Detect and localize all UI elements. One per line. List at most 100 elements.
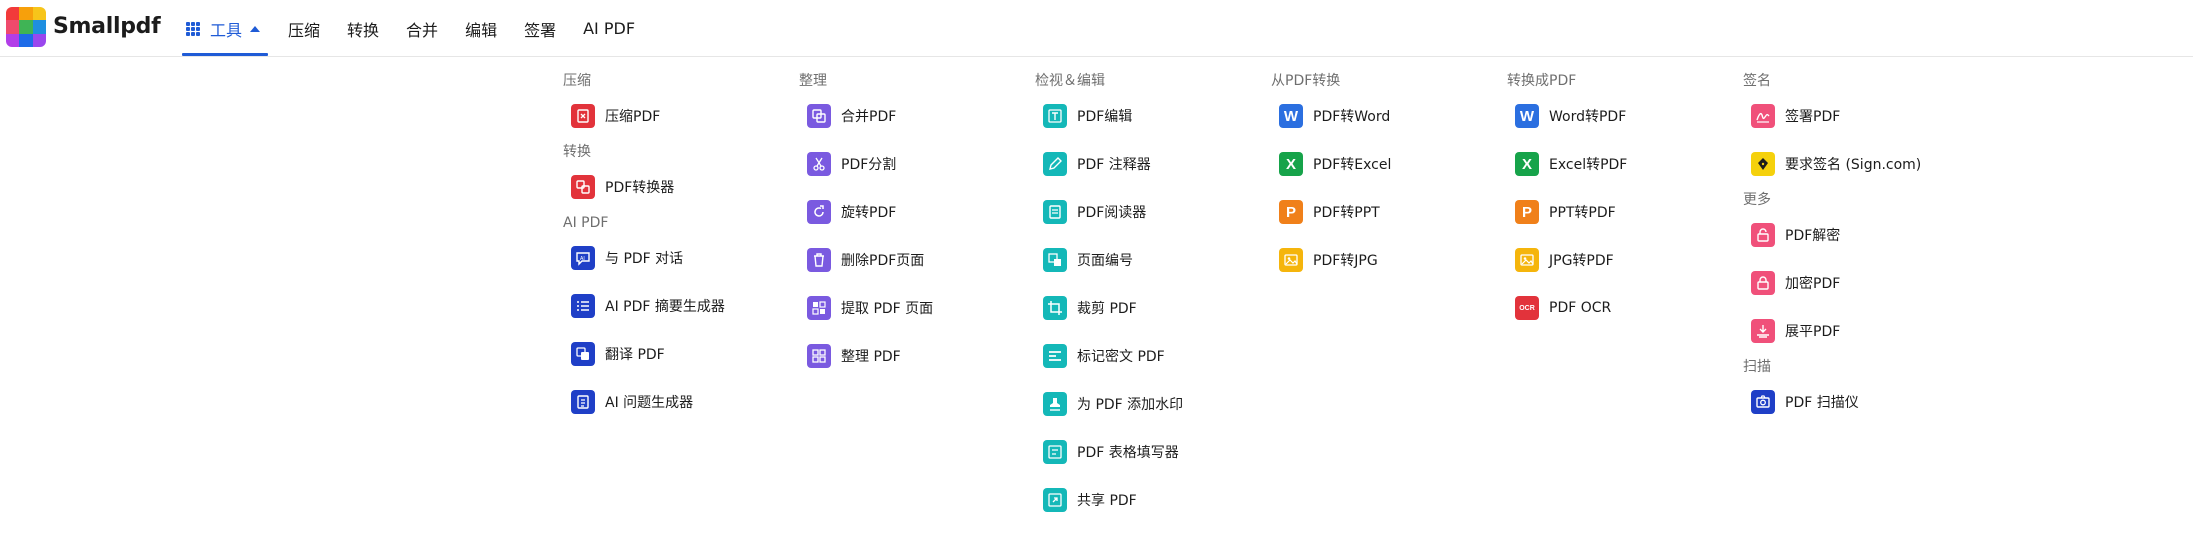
logo-tile: [32, 7, 46, 21]
tool-link[interactable]: AI 问题生成器: [563, 378, 799, 426]
tool-link[interactable]: 删除PDF页面: [799, 236, 1035, 284]
tool-link-label: 页面编号: [1077, 253, 1133, 269]
logo-tile: [19, 7, 33, 21]
tool-link[interactable]: PDF分割: [799, 140, 1035, 188]
tool-link[interactable]: 翻译 PDF: [563, 330, 799, 378]
flatten-icon: [1751, 319, 1775, 343]
tool-link[interactable]: PDF阅读器: [1035, 188, 1271, 236]
tool-link[interactable]: OCR PDF OCR: [1507, 284, 1743, 332]
tool-link[interactable]: PDF 扫描仪: [1743, 378, 1963, 426]
tool-link-label: PDF分割: [841, 157, 897, 173]
tool-link[interactable]: X PDF转Excel: [1271, 140, 1507, 188]
logo-tile: [32, 33, 46, 47]
tool-link-label: PDF编辑: [1077, 109, 1133, 125]
tool-link[interactable]: W PDF转Word: [1271, 92, 1507, 140]
tool-link[interactable]: W Word转PDF: [1507, 92, 1743, 140]
pencil-icon: [1043, 152, 1067, 176]
brand-name[interactable]: Smallpdf: [53, 14, 161, 39]
tool-link-label: 展平PDF: [1785, 324, 1841, 340]
tool-link[interactable]: AI PDF 摘要生成器: [563, 282, 799, 330]
tool-link[interactable]: 裁剪 PDF: [1035, 284, 1271, 332]
tool-link-label: 整理 PDF: [841, 349, 901, 365]
logo-tile: [32, 20, 46, 34]
nav-link-edit[interactable]: 编辑: [465, 17, 497, 41]
scissors-icon: [807, 152, 831, 176]
tool-link[interactable]: 签署PDF: [1743, 92, 1963, 140]
tool-link-label: 提取 PDF 页面: [841, 301, 934, 317]
tool-link-label: PDF 注释器: [1077, 157, 1151, 173]
nav-link-merge[interactable]: 合并: [406, 17, 438, 41]
tool-link[interactable]: PDF 表格填写器: [1035, 428, 1271, 476]
tool-link-label: 为 PDF 添加水印: [1077, 397, 1184, 413]
nav-link-convert[interactable]: 转换: [347, 17, 379, 41]
menu-section-title: 压缩: [563, 73, 591, 89]
tool-link[interactable]: AI 与 PDF 对话: [563, 234, 799, 282]
tool-link-label: 标记密文 PDF: [1077, 349, 1165, 365]
rotate-icon: [807, 200, 831, 224]
menu-column: 检视＆编辑 PDF编辑 PDF 注释器 PDF阅读器 页面编号 裁剪 PDF 标记密文 PD…: [1035, 70, 1271, 524]
tool-link-label: PDF转Word: [1313, 109, 1391, 125]
nav-link-ai-pdf[interactable]: AI PDF: [583, 19, 635, 38]
icon-glyph: P: [1285, 203, 1296, 221]
nav-link-sign[interactable]: 签署: [524, 17, 556, 41]
pen-nib-icon: [1751, 152, 1775, 176]
tool-link[interactable]: PDF解密: [1743, 211, 1963, 259]
tool-link[interactable]: 共享 PDF: [1035, 476, 1271, 524]
icon-glyph: W: [1283, 107, 1299, 125]
menu-column: 压缩 压缩PDF 转换 PDF转换器 AI PDF AI 与 PDF 对话 AI PDF 摘要…: [563, 70, 799, 524]
tools-menu-button[interactable]: 工具: [182, 0, 269, 57]
form-icon: [1043, 440, 1067, 464]
tool-link-label: PDF解密: [1785, 228, 1841, 244]
tool-link[interactable]: 提取 PDF 页面: [799, 284, 1035, 332]
icon-glyph: P: [1521, 203, 1532, 221]
tool-link[interactable]: PDF转换器: [563, 163, 799, 211]
jpg-image-icon: [1515, 248, 1539, 272]
tool-link[interactable]: 标记密文 PDF: [1035, 332, 1271, 380]
page-number-icon: [1043, 248, 1067, 272]
menu-column: 从PDF转换 W PDF转Word X PDF转Excel P PDF转PPT PDF转JPG: [1271, 70, 1507, 524]
svg-text:AI: AI: [580, 256, 585, 262]
top-navigation-bar: Smallpdf 工具 压缩 转换 合并 编辑 签署 AI PDF: [0, 0, 2193, 57]
tool-link[interactable]: 页面编号: [1035, 236, 1271, 284]
tool-link[interactable]: JPG转PDF: [1507, 236, 1743, 284]
redact-icon: [1043, 344, 1067, 368]
tool-link[interactable]: 加密PDF: [1743, 259, 1963, 307]
tool-link-label: Word转PDF: [1549, 109, 1627, 125]
tool-link-label: 要求签名 (Sign.com): [1785, 157, 1922, 173]
apps-grid-icon: [186, 21, 200, 36]
tool-link-label: JPG转PDF: [1549, 253, 1614, 269]
tool-link-label: PDF转Excel: [1313, 157, 1392, 173]
tool-link[interactable]: 旋转PDF: [799, 188, 1035, 236]
tool-link[interactable]: PDF 注释器: [1035, 140, 1271, 188]
tool-link-label: 共享 PDF: [1077, 493, 1137, 509]
tool-link-label: PDF转PPT: [1313, 205, 1380, 221]
tool-link[interactable]: X Excel转PDF: [1507, 140, 1743, 188]
word-icon: W: [1279, 104, 1303, 128]
logo-tile: [19, 20, 33, 34]
tool-link[interactable]: PDF编辑: [1035, 92, 1271, 140]
ppt-icon: P: [1279, 200, 1303, 224]
tool-link[interactable]: 整理 PDF: [799, 332, 1035, 380]
tool-link[interactable]: PDF转JPG: [1271, 236, 1507, 284]
tool-link[interactable]: 为 PDF 添加水印: [1035, 380, 1271, 428]
excel-icon: X: [1515, 152, 1539, 176]
unlock-icon: [1751, 223, 1775, 247]
tool-link[interactable]: P PDF转PPT: [1271, 188, 1507, 236]
tool-link-label: PDF 表格填写器: [1077, 445, 1179, 461]
ppt-icon: P: [1515, 200, 1539, 224]
chat-icon: AI: [571, 246, 595, 270]
tool-link[interactable]: 合并PDF: [799, 92, 1035, 140]
tool-link-label: PDF OCR: [1549, 300, 1612, 316]
share-icon: [1043, 488, 1067, 512]
tool-link-label: Excel转PDF: [1549, 157, 1628, 173]
word-icon: W: [1515, 104, 1539, 128]
tool-link[interactable]: P PPT转PDF: [1507, 188, 1743, 236]
smallpdf-logo-icon[interactable]: [6, 7, 46, 47]
nav-link-compress[interactable]: 压缩: [288, 17, 320, 41]
tool-link[interactable]: 展平PDF: [1743, 307, 1963, 355]
tool-link[interactable]: 压缩PDF: [563, 92, 799, 140]
translate-icon: [571, 342, 595, 366]
tool-link[interactable]: 要求签名 (Sign.com): [1743, 140, 1963, 188]
tool-link-label: 旋转PDF: [841, 205, 897, 221]
camera-icon: [1751, 390, 1775, 414]
